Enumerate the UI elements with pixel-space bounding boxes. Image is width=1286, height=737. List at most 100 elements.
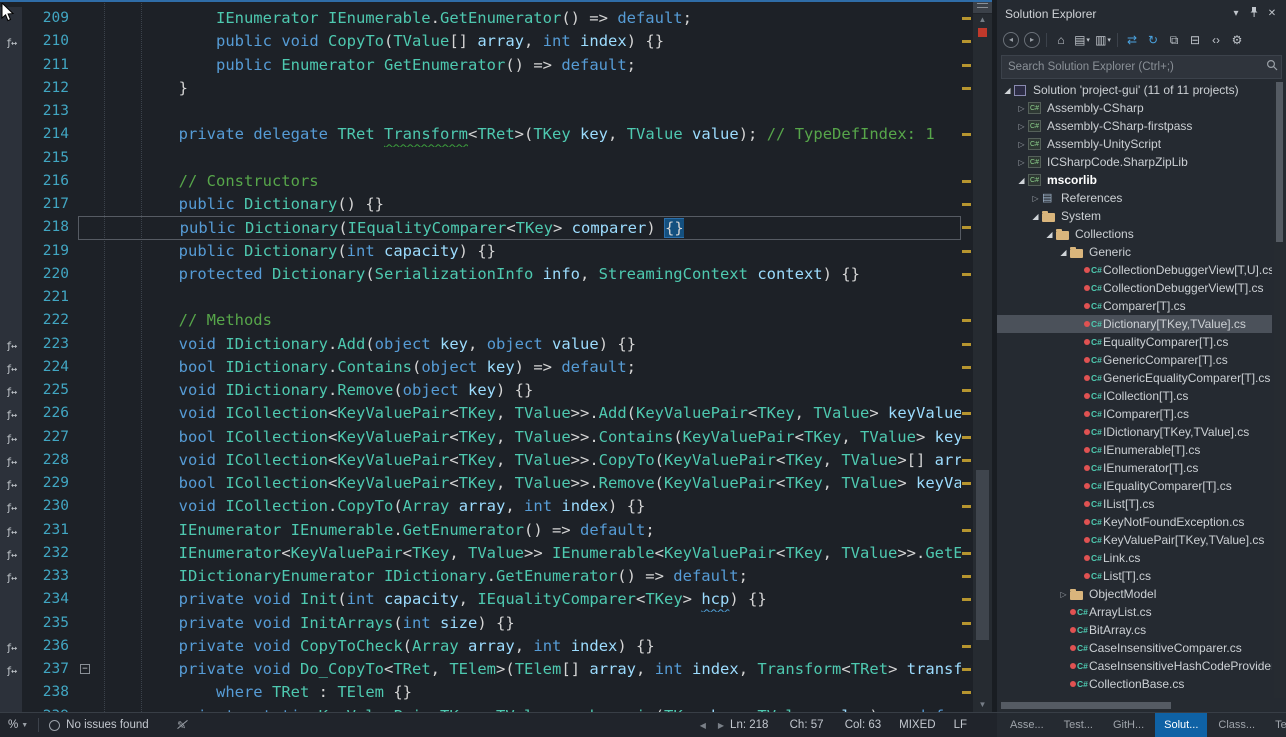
line-number[interactable]: 215 xyxy=(22,147,78,170)
tree-item[interactable]: C#GenericEqualityCompar​er[T].cs xyxy=(997,369,1272,387)
forward-icon[interactable]: ▸ xyxy=(1022,30,1042,50)
line-number[interactable]: 218 xyxy=(22,216,78,239)
back-icon[interactable]: ◂ xyxy=(1001,30,1021,50)
code-text[interactable]: bool IDictionary.Contains(object key) =>… xyxy=(94,356,636,379)
pen-slash-icon[interactable]: ✎ xyxy=(175,719,189,732)
line-number[interactable]: 216 xyxy=(22,170,78,193)
line-number[interactable]: 222 xyxy=(22,309,78,332)
code-text[interactable] xyxy=(94,286,104,309)
code-line[interactable]: 213 xyxy=(0,100,961,123)
code-text[interactable]: protected Dictionary(SerializationInfo i… xyxy=(94,263,860,286)
member-indicator-icon[interactable]: ƒ↔ xyxy=(0,542,22,565)
home-icon[interactable]: ⌂ xyxy=(1051,30,1071,50)
scrollbar-thumb[interactable] xyxy=(1276,82,1283,242)
tree-item[interactable]: C#BitArray.cs xyxy=(997,621,1272,639)
code-line[interactable]: ƒ↔237− private void Do_CopyTo<TRet, TEle… xyxy=(0,658,961,681)
sync-with-active-document-icon[interactable]: ⇄ xyxy=(1122,30,1142,50)
search-icon[interactable] xyxy=(1263,58,1281,76)
expander-icon[interactable]: ◢ xyxy=(1043,230,1056,239)
line-number[interactable]: 237 xyxy=(22,658,78,681)
line-number[interactable]: 236 xyxy=(22,635,78,658)
member-indicator-icon[interactable]: ƒ↔ xyxy=(0,333,22,356)
member-indicator-icon[interactable]: ƒ↔ xyxy=(0,402,22,425)
code-line[interactable]: 234 private void Init(int capacity, IEqu… xyxy=(0,588,961,611)
line-number[interactable]: 209 xyxy=(22,7,78,30)
line-number[interactable]: 232 xyxy=(22,542,78,565)
line-number[interactable]: 214 xyxy=(22,123,78,146)
expander-icon[interactable]: ▷ xyxy=(1015,104,1028,113)
tree-item[interactable]: ◢Collections xyxy=(997,225,1272,243)
expander-icon[interactable]: ◢ xyxy=(1029,212,1042,221)
code-text[interactable]: IEnumerator<KeyValuePair<TKey, TValue>> … xyxy=(94,542,961,565)
tree-item[interactable]: C#IEnumerator[T].cs xyxy=(997,459,1272,477)
code-line[interactable]: ƒ↔230 void ICollection.CopyTo(Array arra… xyxy=(0,495,961,518)
code-text[interactable]: private void CopyToCheck(Array array, in… xyxy=(94,635,655,658)
code-line[interactable]: ƒ↔223 void IDictionary.Add(object key, o… xyxy=(0,333,961,356)
line-number[interactable]: 238 xyxy=(22,681,78,704)
line-number[interactable]: 213 xyxy=(22,100,78,123)
code-editor[interactable]: 209 IEnumerator IEnumerable.GetEnumerato… xyxy=(0,0,992,712)
code-text[interactable]: bool ICollection<KeyValuePair<TKey, TVal… xyxy=(94,472,961,495)
code-text[interactable] xyxy=(94,100,104,123)
member-indicator-icon[interactable]: ƒ↔ xyxy=(0,519,22,542)
expander-icon[interactable]: ◢ xyxy=(1001,86,1014,95)
editor-vertical-scrollbar[interactable]: ▲ ▼ xyxy=(973,0,992,712)
code-line[interactable]: ƒ↔227 bool ICollection<KeyValuePair<TKey… xyxy=(0,426,961,449)
tree-item[interactable]: C#Comparer[T].cs xyxy=(997,297,1272,315)
scroll-down-arrow-icon[interactable]: ▼ xyxy=(973,700,992,710)
code-text[interactable]: void ICollection<KeyValuePair<TKey, TVal… xyxy=(94,402,961,425)
code-line[interactable]: ƒ↔225 void IDictionary.Remove(object key… xyxy=(0,379,961,402)
code-text[interactable]: private void Do_CopyTo<TRet, TElem>(TEle… xyxy=(94,658,961,681)
tree-item[interactable]: C#IComparer[T].cs xyxy=(997,405,1272,423)
line-number[interactable]: 221 xyxy=(22,286,78,309)
line-number[interactable]: 212 xyxy=(22,77,78,100)
tree-item[interactable]: C#IEnumerable[T].cs xyxy=(997,441,1272,459)
expander-icon[interactable]: ◢ xyxy=(1015,176,1028,185)
code-text[interactable]: private void Init(int capacity, IEqualit… xyxy=(94,588,767,611)
code-text[interactable]: IEnumerator IEnumerable.GetEnumerator() … xyxy=(94,519,655,542)
scrollbar-thumb[interactable] xyxy=(976,470,989,640)
code-line[interactable]: 219 public Dictionary(int capacity) {} xyxy=(0,240,961,263)
line-number[interactable]: 220 xyxy=(22,263,78,286)
tree-item[interactable]: ◢C#mscorlib xyxy=(997,171,1272,189)
code-text[interactable]: public void CopyTo(TValue[] array, int i… xyxy=(94,30,664,53)
code-line[interactable]: 220 protected Dictionary(SerializationIn… xyxy=(0,263,961,286)
code-text[interactable]: // Constructors xyxy=(94,170,319,193)
window-menu-icon[interactable]: ▾ xyxy=(1228,8,1244,19)
tree-item[interactable]: C#GenericComparer[T].cs xyxy=(997,351,1272,369)
tree-horizontal-scrollbar[interactable] xyxy=(999,700,1270,711)
code-text[interactable]: public Dictionary() {} xyxy=(94,193,384,216)
code-text[interactable]: where TRet : TElem {} xyxy=(94,681,412,704)
code-text[interactable]: IDictionaryEnumerator IDictionary.GetEnu… xyxy=(94,565,748,588)
panel-tab-test[interactable]: Test... xyxy=(1055,713,1102,737)
tree-item[interactable]: C#CollectionDebuggerView[T].cs xyxy=(997,279,1272,297)
collapse-region-button[interactable]: − xyxy=(80,664,90,674)
line-number[interactable]: 211 xyxy=(22,54,78,77)
code-line[interactable]: 235 private void InitArrays(int size) {} xyxy=(0,612,961,635)
tree-item[interactable]: C#CaseInsensitiveComparer.cs xyxy=(997,639,1272,657)
line-number[interactable]: 219 xyxy=(22,240,78,263)
member-indicator-icon[interactable]: ƒ↔ xyxy=(0,426,22,449)
code-line[interactable]: 215 xyxy=(0,147,961,170)
preview-selected-items-icon[interactable]: ⧉ xyxy=(1164,30,1184,50)
line-number[interactable]: 235 xyxy=(22,612,78,635)
code-text[interactable]: private void InitArrays(int size) {} xyxy=(94,612,515,635)
code-line[interactable]: ƒ↔210 public void CopyTo(TValue[] array,… xyxy=(0,30,961,53)
panel-tab-gith[interactable]: GitH... xyxy=(1104,713,1153,737)
line-number[interactable]: 239 xyxy=(22,705,78,713)
code-text[interactable]: private delegate TRet Transform<TRet>(TK… xyxy=(94,123,935,146)
tree-item[interactable]: C#EqualityComparer[T].cs xyxy=(997,333,1272,351)
line-number[interactable]: 231 xyxy=(22,519,78,542)
refresh-icon[interactable]: ↻ xyxy=(1143,30,1163,50)
tree-item[interactable]: C#Link.cs xyxy=(997,549,1272,567)
tree-item[interactable]: C#CollectionDebuggerView[T,U].cs xyxy=(997,261,1272,279)
member-indicator-icon[interactable]: ƒ↔ xyxy=(0,30,22,53)
expander-icon[interactable]: ▷ xyxy=(1015,140,1028,149)
panel-tab-solut[interactable]: Solut... xyxy=(1155,713,1207,737)
tree-vertical-scrollbar[interactable] xyxy=(1274,80,1285,698)
properties-icon[interactable]: ⚙ xyxy=(1227,30,1247,50)
panel-tab-asse[interactable]: Asse... xyxy=(1001,713,1053,737)
member-indicator-icon[interactable]: ƒ↔ xyxy=(0,449,22,472)
encoding-indicator[interactable]: MIXED xyxy=(899,719,935,731)
code-line[interactable]: 211 public Enumerator GetEnumerator() =>… xyxy=(0,54,961,77)
